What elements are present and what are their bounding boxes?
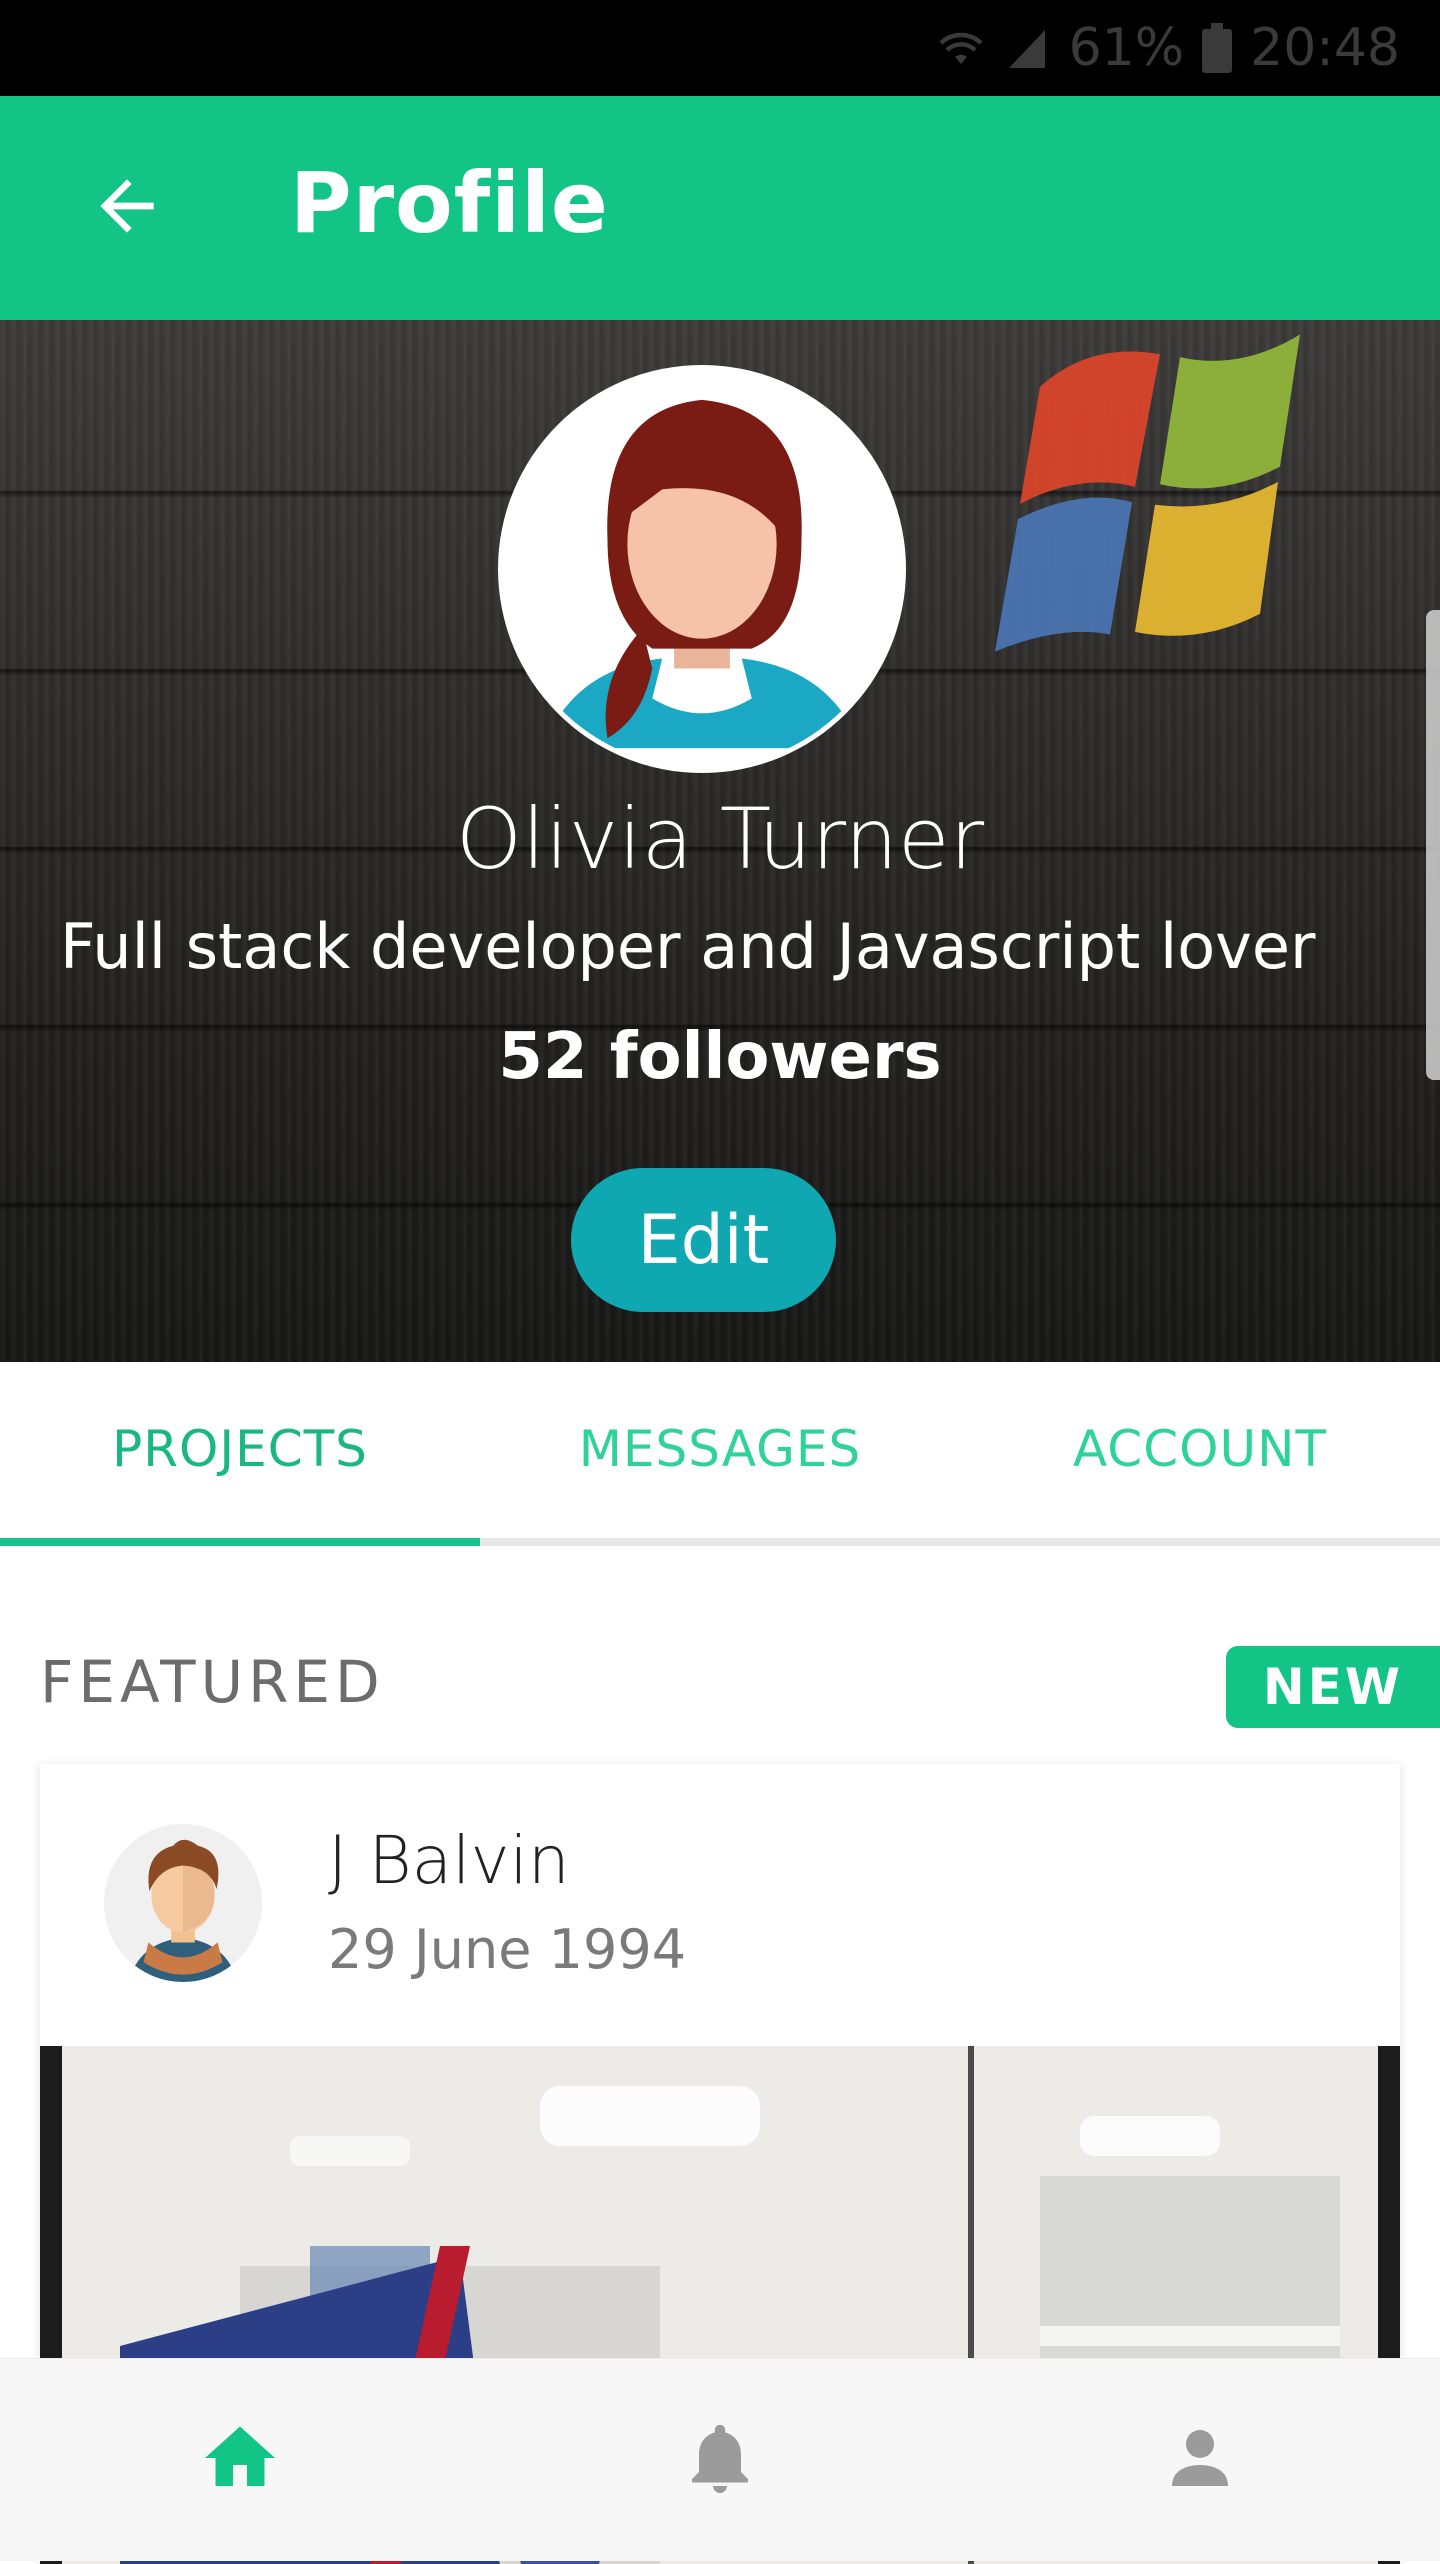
- bell-icon: [678, 2416, 762, 2505]
- avatar[interactable]: [503, 370, 901, 768]
- home-icon: [198, 2416, 282, 2505]
- app-bar: Profile: [0, 96, 1440, 320]
- page-title: Profile: [290, 154, 609, 252]
- tab-messages[interactable]: MESSAGES: [480, 1362, 960, 1546]
- wifi-icon: [937, 24, 985, 72]
- nav-home[interactable]: [0, 2359, 480, 2561]
- card-user-name: J Balvin: [328, 1822, 570, 1899]
- card-avatar[interactable]: [104, 1824, 262, 1982]
- section-title-featured: FEATURED: [40, 1648, 385, 1716]
- tab-projects[interactable]: PROJECTS: [0, 1362, 480, 1546]
- tab-bar: PROJECTS MESSAGES ACCOUNT: [0, 1362, 1440, 1546]
- profile-bio: Full stack developer and Javascript love…: [60, 910, 1316, 983]
- user-avatar-image: [104, 1824, 262, 1982]
- nav-notifications[interactable]: [480, 2359, 960, 2561]
- bottom-navigation: [0, 2358, 1440, 2561]
- person-icon: [1158, 2416, 1242, 2505]
- tab-account[interactable]: ACCOUNT: [960, 1362, 1440, 1546]
- profile-avatar-image: [503, 370, 901, 768]
- battery-icon: [1202, 23, 1233, 73]
- followers-count[interactable]: 52 followers: [0, 1020, 1440, 1094]
- status-bar: 61% 20:48: [0, 0, 1440, 96]
- back-button[interactable]: [72, 160, 182, 256]
- signal-icon: [1003, 24, 1051, 72]
- windows-logo-image: [995, 334, 1300, 652]
- nav-profile[interactable]: [960, 2359, 1440, 2561]
- new-badge: NEW: [1226, 1646, 1440, 1728]
- card-date: 29 June 1994: [328, 1918, 687, 1981]
- profile-header: Olivia Turner Full stack developer and J…: [0, 320, 1440, 1362]
- profile-name: Olivia Turner: [455, 790, 985, 888]
- clock-time: 20:48: [1250, 18, 1400, 78]
- tab-active-indicator: [0, 1538, 480, 1546]
- edit-button[interactable]: Edit: [571, 1168, 836, 1312]
- arrow-left-icon: [87, 166, 167, 251]
- battery-percent: 61%: [1068, 18, 1185, 78]
